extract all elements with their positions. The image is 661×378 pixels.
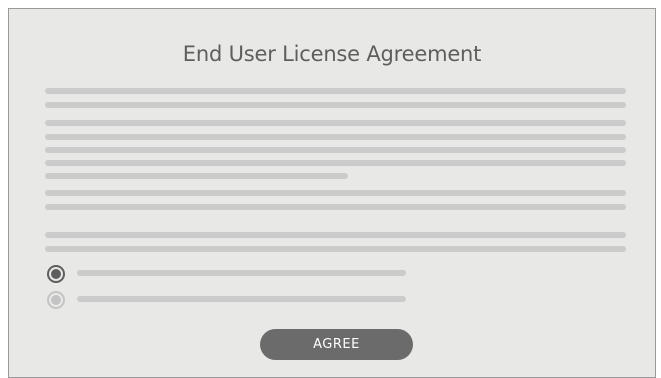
license-text-line	[45, 173, 348, 179]
radio-dot-icon	[51, 269, 61, 279]
decline-option-label	[77, 296, 406, 302]
license-text-line	[45, 160, 626, 166]
dialog-title: End User License Agreement	[182, 42, 482, 66]
license-text-line	[45, 246, 626, 252]
license-text-line	[45, 204, 626, 210]
license-text-line	[45, 120, 626, 126]
accept-option-label	[77, 270, 406, 276]
license-text-line	[45, 102, 626, 108]
eula-dialog: End User License Agreement AGREE	[8, 8, 656, 378]
license-text-line	[45, 232, 626, 238]
license-text-line	[45, 190, 626, 196]
radio-dot-icon	[51, 295, 61, 305]
license-text-line	[45, 134, 626, 140]
accept-radio[interactable]	[47, 265, 65, 283]
license-text-line	[45, 88, 626, 94]
decline-radio[interactable]	[47, 291, 65, 309]
license-text-line	[45, 147, 626, 153]
agree-button[interactable]: AGREE	[260, 329, 413, 360]
